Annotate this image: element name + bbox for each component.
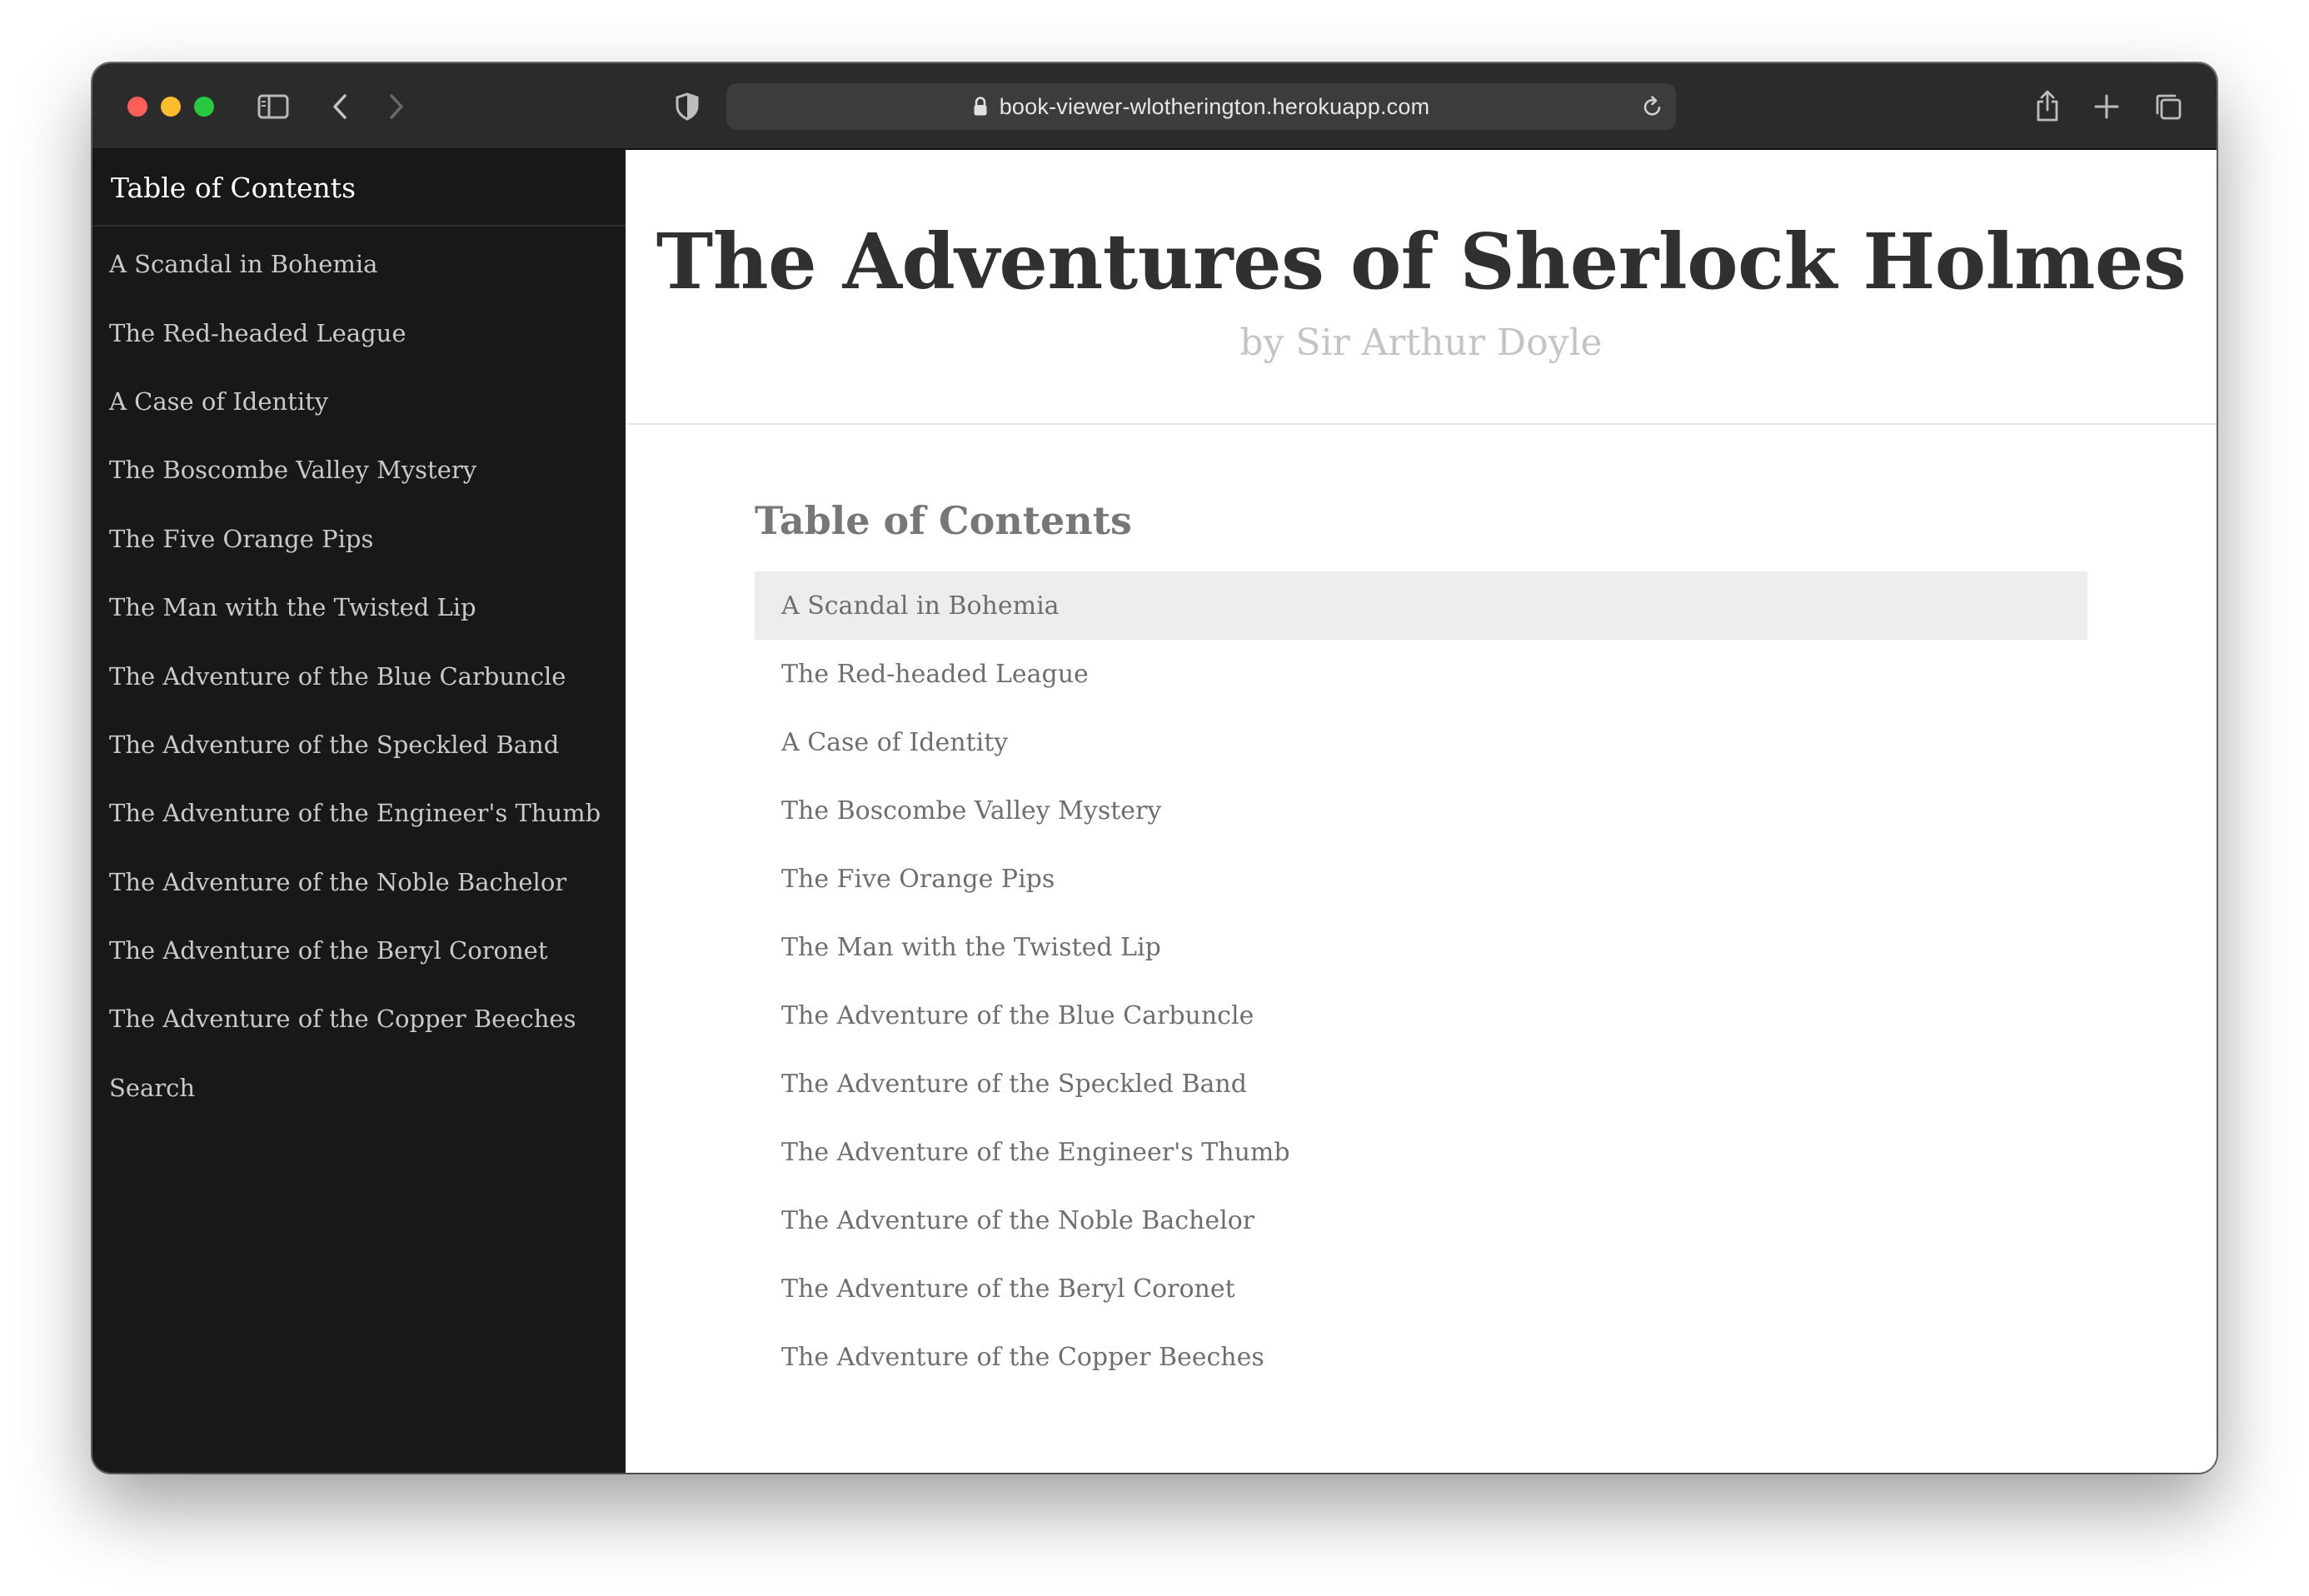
toc-heading: Table of Contents: [755, 498, 1132, 543]
tab-overview-icon[interactable]: [2152, 90, 2185, 123]
sidebar-item[interactable]: The Adventure of the Beryl Coronet: [92, 916, 626, 985]
toc-item[interactable]: The Adventure of the Beryl Coronet: [755, 1254, 2087, 1323]
main-content: The Adventures of Sherlock Holmes by Sir…: [626, 150, 2217, 1473]
sidebar-item[interactable]: The Adventure of the Engineer's Thumb: [92, 779, 626, 847]
toc-item[interactable]: A Case of Identity: [755, 708, 2087, 776]
toc-item[interactable]: The Adventure of the Engineer's Thumb: [755, 1118, 2087, 1186]
toc-section: Table of Contents A Scandal in Bohemia T…: [626, 425, 2217, 1391]
sidebar-item[interactable]: A Scandal in Bohemia: [92, 230, 626, 298]
toc-item[interactable]: The Adventure of the Copper Beeches: [755, 1323, 2087, 1391]
book-title: The Adventures of Sherlock Holmes: [656, 217, 2187, 307]
toc-list: A Scandal in Bohemia The Red-headed Leag…: [755, 571, 2087, 1391]
sidebar-item[interactable]: The Boscombe Valley Mystery: [92, 436, 626, 504]
toc-item[interactable]: The Boscombe Valley Mystery: [755, 776, 2087, 845]
sidebar-item[interactable]: The Adventure of the Blue Carbuncle: [92, 641, 626, 710]
browser-toolbar: book-viewer-wlotherington.herokuapp.com: [92, 63, 2217, 150]
toc-item[interactable]: A Scandal in Bohemia: [755, 571, 2087, 640]
reload-icon[interactable]: [1639, 92, 1666, 122]
book-header: The Adventures of Sherlock Holmes by Sir…: [626, 150, 2217, 425]
lock-icon: [973, 97, 988, 117]
sidebar-item[interactable]: A Case of Identity: [92, 367, 626, 436]
sidebar-item[interactable]: The Five Orange Pips: [92, 505, 626, 573]
sidebar-item[interactable]: The Adventure of the Speckled Band: [92, 711, 626, 779]
sidebar-item-search[interactable]: Search: [92, 1054, 626, 1122]
sidebar-title: Table of Contents: [92, 150, 626, 227]
sidebar-item[interactable]: The Red-headed League: [92, 298, 626, 367]
minimize-window-button[interactable]: [161, 97, 181, 117]
sidebar: Table of Contents A Scandal in Bohemia T…: [92, 150, 626, 1473]
plus-icon[interactable]: [2090, 90, 2123, 123]
share-icon[interactable]: [2031, 87, 2064, 125]
toc-item[interactable]: The Five Orange Pips: [755, 845, 2087, 913]
address-bar[interactable]: book-viewer-wlotherington.herokuapp.com: [726, 83, 1676, 130]
book-author: by Sir Arthur Doyle: [1239, 322, 1603, 364]
browser-window: book-viewer-wlotherington.herokuapp.com: [92, 63, 2217, 1473]
toc-item[interactable]: The Adventure of the Blue Carbuncle: [755, 981, 2087, 1050]
zoom-window-button[interactable]: [194, 97, 214, 117]
toc-item[interactable]: The Man with the Twisted Lip: [755, 913, 2087, 981]
chevron-right-icon[interactable]: [382, 90, 411, 123]
sidebar-item[interactable]: The Adventure of the Copper Beeches: [92, 985, 626, 1053]
close-window-button[interactable]: [127, 97, 147, 117]
sidebar-item[interactable]: The Man with the Twisted Lip: [92, 573, 626, 641]
sidebar-item[interactable]: The Adventure of the Noble Bachelor: [92, 848, 626, 916]
shield-icon[interactable]: [672, 90, 702, 123]
toc-item[interactable]: The Adventure of the Noble Bachelor: [755, 1186, 2087, 1254]
sidebar-toggle-icon[interactable]: [256, 90, 291, 123]
url-text: book-viewer-wlotherington.herokuapp.com: [999, 93, 1430, 119]
chevron-left-icon[interactable]: [326, 90, 354, 123]
sidebar-list: A Scandal in Bohemia The Red-headed Leag…: [92, 230, 626, 1122]
toc-item[interactable]: The Adventure of the Speckled Band: [755, 1050, 2087, 1118]
toc-item[interactable]: The Red-headed League: [755, 640, 2087, 708]
